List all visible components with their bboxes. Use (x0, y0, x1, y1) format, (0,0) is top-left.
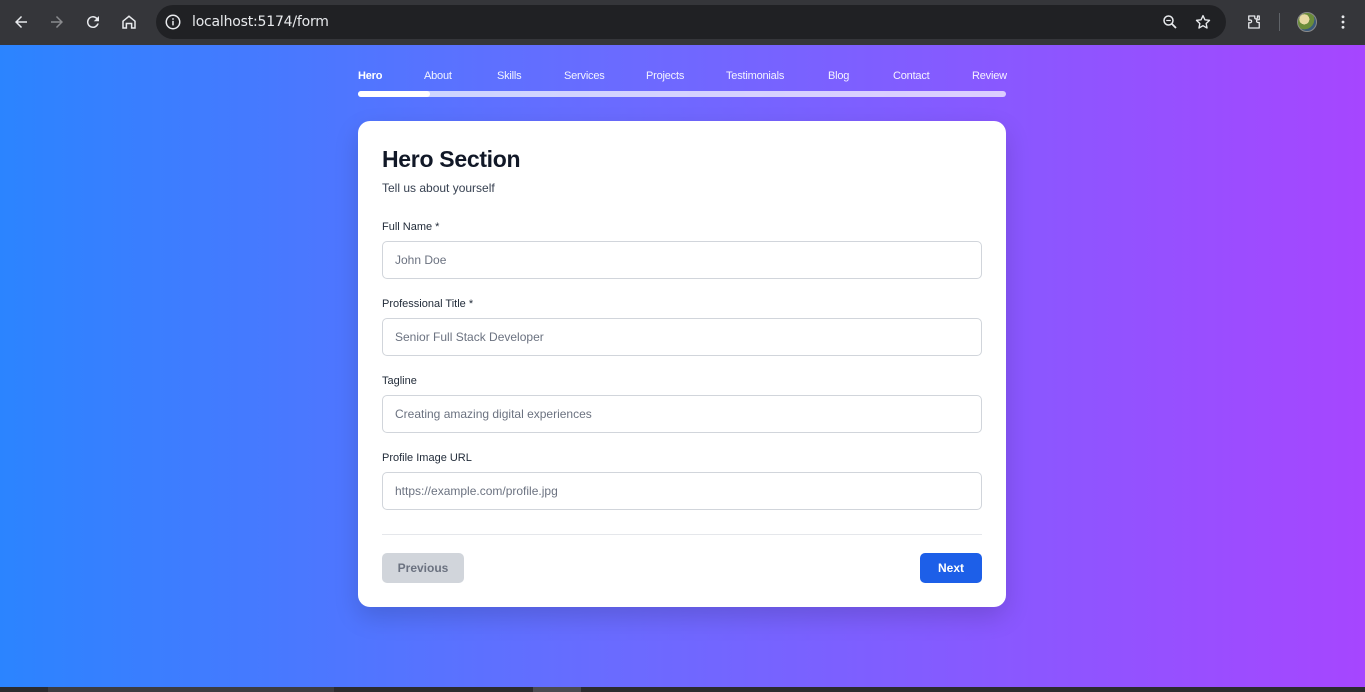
step-contact[interactable]: Contact (893, 70, 930, 82)
step-projects[interactable]: Projects (646, 70, 684, 82)
profile-avatar[interactable] (1297, 12, 1317, 32)
previous-button[interactable]: Previous (382, 553, 464, 583)
browser-toolbar: localhost:5174/form (0, 0, 1365, 45)
page-subtitle: Tell us about yourself (382, 181, 495, 195)
extensions-icon[interactable] (1242, 10, 1266, 34)
page-title: Hero Section (382, 146, 521, 172)
home-icon[interactable] (117, 10, 141, 34)
page-background: Hero About Skills Services Projects Test… (0, 45, 1365, 687)
form-card: Hero Section Tell us about yourself Full… (358, 121, 1006, 607)
professional-title-label: Professional Title * (382, 298, 474, 310)
form-divider (382, 534, 982, 535)
zoom-icon[interactable] (1161, 13, 1179, 31)
tagline-label: Tagline (382, 375, 417, 387)
profile-image-url-label: Profile Image URL (382, 452, 472, 464)
forward-icon[interactable] (45, 10, 69, 34)
toolbar-divider (1279, 13, 1280, 31)
full-name-label: Full Name * (382, 221, 440, 233)
step-skills[interactable]: Skills (497, 70, 522, 82)
step-review[interactable]: Review (972, 70, 1007, 82)
tagline-input[interactable] (382, 395, 982, 433)
full-name-input[interactable] (382, 241, 982, 279)
address-bar[interactable]: localhost:5174/form (156, 5, 1226, 39)
taskbar-item[interactable] (533, 687, 581, 692)
progress-bar (358, 91, 1006, 97)
step-services[interactable]: Services (564, 70, 605, 82)
site-info-icon[interactable] (164, 13, 182, 31)
professional-title-input[interactable] (382, 318, 982, 356)
step-blog[interactable]: Blog (828, 70, 849, 82)
profile-image-url-input[interactable] (382, 472, 982, 510)
step-about[interactable]: About (424, 70, 452, 82)
taskbar-strip (0, 687, 1365, 692)
bookmark-star-icon[interactable] (1194, 13, 1212, 31)
reload-icon[interactable] (81, 10, 105, 34)
next-button[interactable]: Next (920, 553, 982, 583)
menu-kebab-icon[interactable] (1331, 10, 1355, 34)
progress-bar-fill (358, 91, 430, 97)
back-icon[interactable] (9, 10, 33, 34)
taskbar-item[interactable] (48, 687, 334, 692)
url-text[interactable]: localhost:5174/form (192, 14, 329, 30)
step-testimonials[interactable]: Testimonials (726, 70, 784, 82)
step-hero[interactable]: Hero (358, 70, 382, 82)
